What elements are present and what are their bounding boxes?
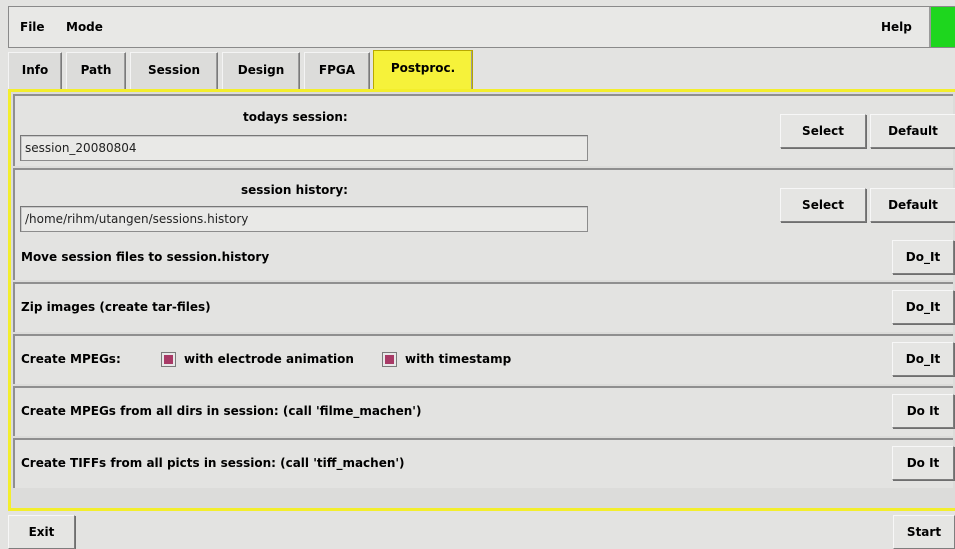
- menubar: File Mode Help: [8, 6, 955, 48]
- tab-design[interactable]: Design: [222, 52, 300, 89]
- menu-mode[interactable]: Mode: [66, 7, 103, 47]
- session-history-select-button[interactable]: Select: [780, 188, 866, 222]
- tab-session[interactable]: Session: [130, 52, 218, 89]
- todays-session-select-button[interactable]: Select: [780, 114, 866, 148]
- mpegs-all-dirs-label: Create MPEGs from all dirs in session: (…: [21, 404, 422, 418]
- tab-fpga[interactable]: FPGA: [304, 52, 370, 89]
- todays-session-label: todays session:: [243, 110, 348, 124]
- electrode-animation-checkbox[interactable]: [162, 353, 175, 366]
- menu-file[interactable]: File: [20, 7, 45, 47]
- postproc-panel: todays session: session_20080804 Select …: [8, 89, 955, 511]
- tiffs-section: Create TIFFs from all picts in session: …: [13, 438, 954, 488]
- tab-info[interactable]: Info: [8, 52, 62, 89]
- create-mpegs-button[interactable]: Do_It: [892, 342, 954, 376]
- todays-session-default-button[interactable]: Default: [870, 114, 955, 148]
- timestamp-checkbox[interactable]: [383, 353, 396, 366]
- status-indicator: [929, 7, 955, 47]
- menu-help[interactable]: Help: [881, 7, 912, 47]
- session-history-label: session history:: [241, 183, 348, 197]
- move-session-files-label: Move session files to session.history: [21, 250, 270, 264]
- session-history-section: session history: /home/rihm/utangen/sess…: [13, 168, 955, 280]
- zip-images-button[interactable]: Do_It: [892, 290, 954, 324]
- zip-images-label: Zip images (create tar-files): [21, 300, 211, 314]
- session-history-default-button[interactable]: Default: [870, 188, 955, 222]
- electrode-animation-label: with electrode animation: [184, 352, 354, 366]
- tiffs-label: Create TIFFs from all picts in session: …: [21, 456, 405, 470]
- tab-path[interactable]: Path: [66, 52, 126, 89]
- session-history-input[interactable]: /home/rihm/utangen/sessions.history: [20, 206, 588, 232]
- timestamp-label: with timestamp: [405, 352, 512, 366]
- create-mpegs-section: Create MPEGs: with electrode animation w…: [13, 334, 954, 384]
- mpegs-all-dirs-button[interactable]: Do It: [892, 394, 954, 428]
- zip-images-section: Zip images (create tar-files) Do_It: [13, 282, 954, 332]
- exit-button[interactable]: Exit: [8, 515, 75, 549]
- todays-session-section: todays session: session_20080804 Select …: [13, 94, 955, 166]
- move-session-files-button[interactable]: Do_It: [892, 240, 954, 274]
- start-button[interactable]: Start: [893, 515, 955, 549]
- tiffs-button[interactable]: Do It: [892, 446, 954, 480]
- mpegs-all-dirs-section: Create MPEGs from all dirs in session: (…: [13, 386, 954, 436]
- todays-session-input[interactable]: session_20080804: [20, 135, 588, 161]
- tab-postproc[interactable]: Postproc.: [373, 50, 473, 91]
- create-mpegs-label: Create MPEGs:: [21, 352, 121, 366]
